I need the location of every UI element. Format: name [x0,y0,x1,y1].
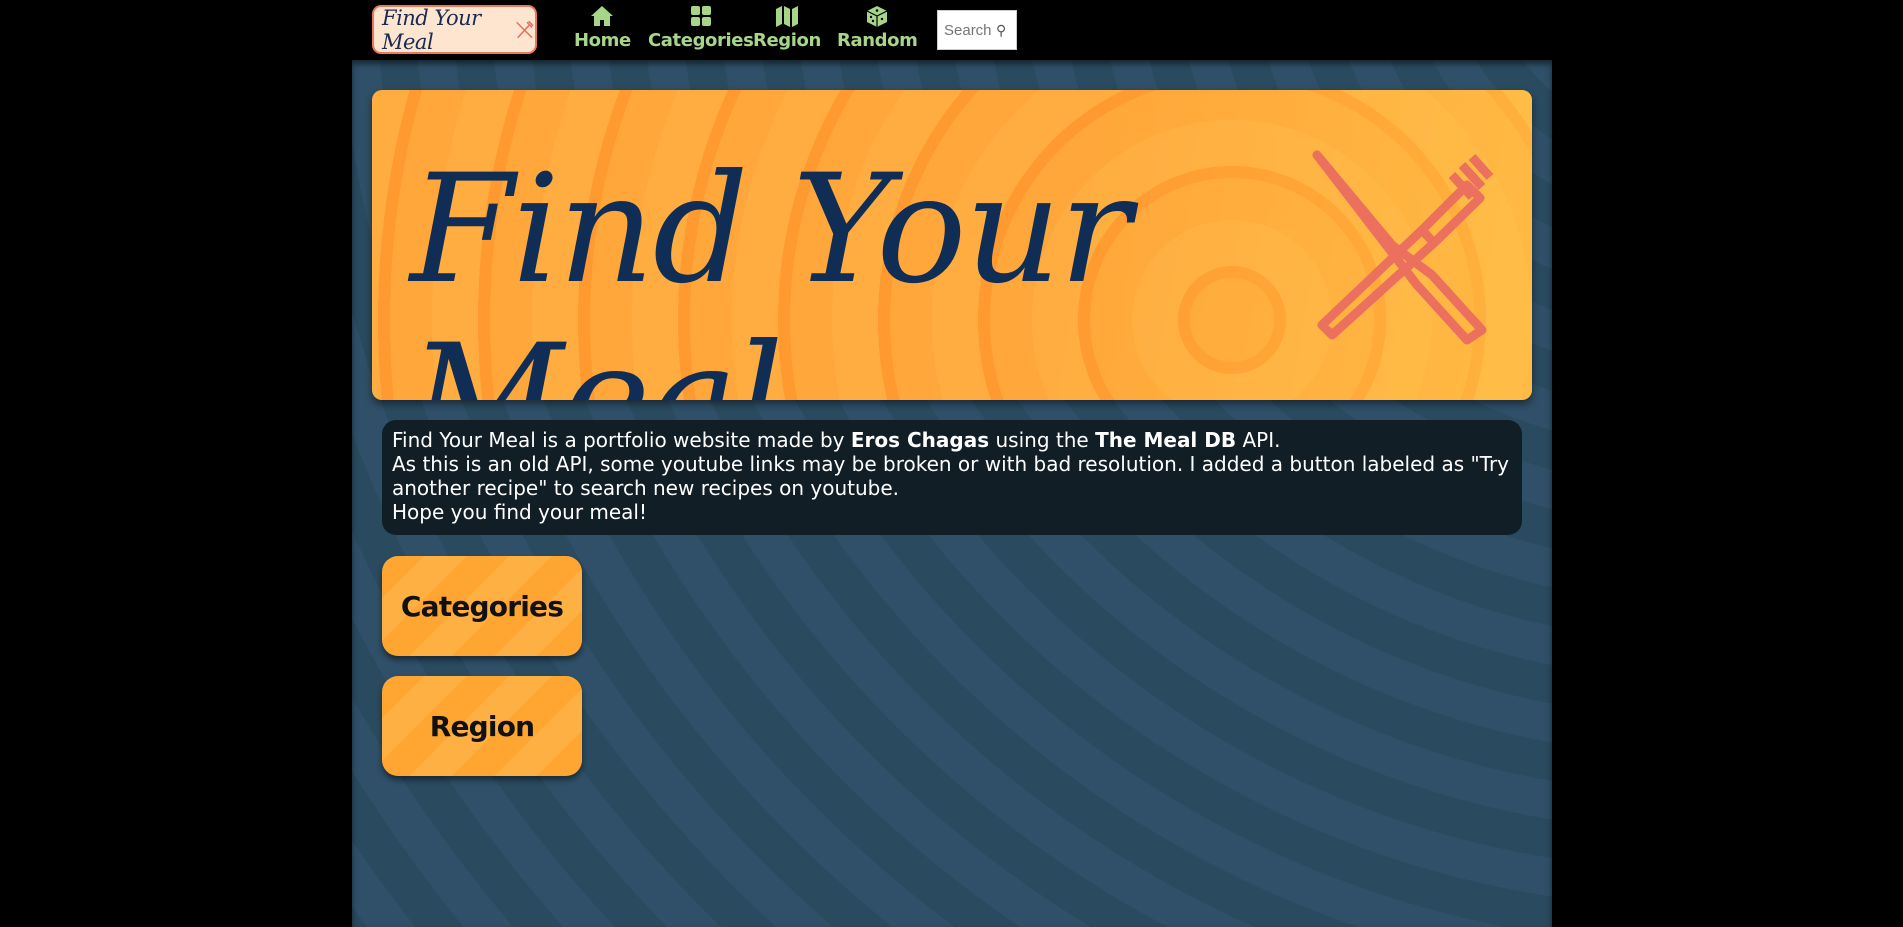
main-content: Find Your Meal Find Your Meal is a portf… [352,60,1552,927]
nav-categories-label: Categories [648,30,754,51]
nav-random-label: Random [837,30,918,51]
author-name: Eros Chagas [850,428,990,452]
about-line-1: Find Your Meal is a portfolio website ma… [392,428,1512,452]
nav-region[interactable]: Region [753,4,821,51]
house-icon [591,6,614,26]
fork-knife-icon [1312,150,1494,345]
grid-icon [690,6,711,26]
nav-random[interactable]: Random [837,4,918,51]
hero-banner: Find Your Meal [372,90,1532,400]
logo-text: Find Your Meal [382,5,481,54]
nav-home[interactable]: Home [574,4,631,51]
search-icon[interactable]: ⚲ [996,22,1006,39]
about-line-1-suffix: API. [1236,428,1281,452]
search-box[interactable]: ⚲ [937,10,1017,50]
about-line-1-prefix: Find Your Meal is a portfolio website ma… [392,428,851,452]
nav-region-label: Region [753,30,821,51]
region-card-button[interactable]: Region [382,676,582,776]
nav-home-label: Home [574,30,631,51]
search-input[interactable] [944,21,994,39]
fork-knife-icon [516,20,534,38]
about-line-2: As this is an old API, some youtube link… [392,452,1510,500]
api-name: The Meal DB [1095,428,1237,452]
top-navbar: Find Your Meal Home Categories Region Ra… [0,0,1903,60]
about-line-1-middle: using the [989,428,1096,452]
dice-icon [866,6,888,27]
about-text-box: Find Your Meal is a portfolio website ma… [382,420,1522,535]
categories-card-button[interactable]: Categories [382,556,582,656]
nav-categories[interactable]: Categories [648,4,754,51]
about-line-3: Hope you find your meal! [392,500,648,524]
map-icon [775,6,798,27]
logo-home-button[interactable]: Find Your Meal [372,5,537,54]
